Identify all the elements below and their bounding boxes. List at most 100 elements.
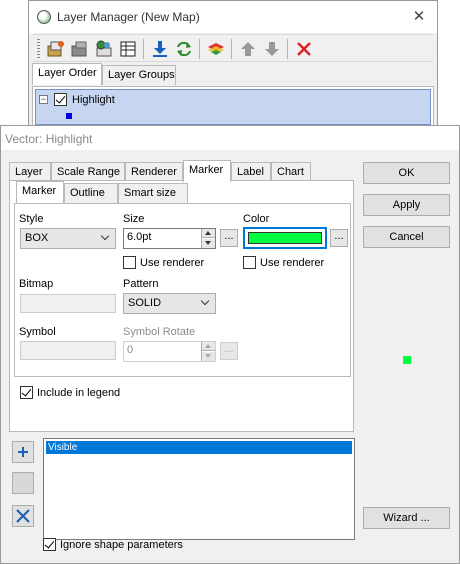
layer-visible-checkbox[interactable] — [54, 93, 67, 106]
include-in-legend-checkbox[interactable] — [20, 386, 33, 399]
ignore-shape-checkbox[interactable] — [43, 538, 56, 551]
color-picker-button[interactable] — [243, 227, 327, 249]
color-use-renderer-checkbox[interactable] — [243, 256, 256, 269]
refresh-icon[interactable] — [173, 38, 195, 60]
color-more-button[interactable]: ... — [330, 229, 348, 247]
delete-cross-icon — [16, 509, 30, 523]
size-decrement-button[interactable] — [202, 239, 215, 248]
tab-layer-order[interactable]: Layer Order — [32, 63, 102, 85]
attribute-table-icon[interactable] — [117, 38, 139, 60]
pattern-select[interactable]: SOLID — [123, 293, 216, 314]
color-label: Color — [243, 213, 270, 225]
toolbar-separator — [143, 39, 144, 59]
close-button[interactable]: ✕ — [409, 7, 429, 27]
bitmap-label: Bitmap — [19, 278, 54, 290]
delete-item-button[interactable] — [12, 505, 34, 527]
layer-symbol-icon — [66, 113, 72, 119]
chevron-down-icon — [201, 298, 210, 307]
layer-list: − Highlight — [32, 86, 434, 126]
pattern-value: SOLID — [128, 297, 162, 309]
symbol-rotate-more-button: ... — [220, 342, 238, 360]
color-swatch — [248, 232, 322, 244]
style-select[interactable]: BOX — [20, 228, 116, 249]
app-icon — [37, 10, 51, 24]
move-up-icon[interactable] — [237, 38, 259, 60]
group-layer-icon[interactable] — [205, 38, 227, 60]
tab-scale-range[interactable]: Scale Range — [51, 162, 125, 182]
layer-manager-titlebar[interactable]: Layer Manager (New Map) ✕ — [29, 1, 437, 33]
tab-renderer[interactable]: Renderer — [125, 162, 183, 182]
style-value: BOX — [25, 232, 49, 244]
arrow-up-icon — [205, 231, 211, 235]
move-down-icon[interactable] — [261, 38, 283, 60]
subtab-outline[interactable]: Outline — [64, 183, 118, 203]
size-use-renderer-checkbox[interactable] — [123, 256, 136, 269]
tab-marker[interactable]: Marker — [183, 160, 231, 182]
symbol-rotate-decrement-button — [202, 352, 215, 361]
layer-properties-icon[interactable] — [69, 38, 91, 60]
apply-button[interactable]: Apply — [363, 194, 450, 216]
vector-properties-dialog: Vector: Highlight Layer Scale Range Rend… — [0, 125, 460, 564]
layer-name: Highlight — [72, 94, 115, 106]
tab-chart[interactable]: Chart — [271, 162, 311, 182]
marker-preview — [403, 356, 411, 364]
toolbar-separator — [199, 39, 200, 59]
size-value: 6.0pt — [127, 231, 152, 243]
layer-toolbar — [33, 34, 433, 62]
add-layer-icon[interactable] — [45, 38, 67, 60]
size-spin-buttons — [201, 229, 215, 248]
marker-subtabs: Marker Outline Smart size — [16, 181, 316, 203]
bitmap-field — [20, 294, 116, 313]
size-increment-button[interactable] — [202, 229, 215, 238]
symbol-rotate-spinbox: 0 — [123, 341, 216, 362]
size-more-button[interactable]: ... — [220, 229, 238, 247]
dialog-title: Vector: Highlight — [5, 132, 93, 146]
symbol-label: Symbol — [19, 326, 56, 338]
ignore-shape-label: Ignore shape parameters — [60, 539, 183, 551]
subtab-smart-size[interactable]: Smart size — [118, 183, 188, 203]
chevron-down-icon — [101, 233, 110, 242]
arrow-down-icon — [205, 241, 211, 245]
window-title: Layer Manager (New Map) — [57, 10, 200, 24]
size-spinbox[interactable]: 6.0pt — [123, 228, 216, 249]
size-use-renderer-label: Use renderer — [140, 257, 205, 269]
ok-button[interactable]: OK — [363, 162, 450, 184]
layer-manager-tabs: Layer Order Layer Groups — [32, 63, 432, 87]
wizard-button[interactable]: Wizard ... — [363, 507, 450, 529]
edit-item-button[interactable] — [12, 472, 34, 494]
property-tabs: Layer Scale Range Renderer Marker Label … — [9, 160, 354, 182]
tab-layer[interactable]: Layer — [9, 162, 51, 182]
tab-label[interactable]: Label — [231, 162, 271, 182]
plus-icon — [18, 447, 28, 457]
subtab-marker[interactable]: Marker — [16, 181, 64, 203]
layer-style-icon[interactable] — [93, 38, 115, 60]
symbol-rotate-label: Symbol Rotate — [123, 326, 196, 338]
include-in-legend-label: Include in legend — [37, 387, 121, 399]
remove-layer-icon[interactable] — [293, 38, 315, 60]
symbol-field — [20, 341, 116, 360]
cancel-button[interactable]: Cancel — [363, 226, 450, 248]
symbol-rotate-value: 0 — [127, 344, 134, 356]
toolbar-separator — [287, 39, 288, 59]
toolbar-grip[interactable] — [37, 39, 40, 59]
pattern-label: Pattern — [123, 278, 159, 290]
add-item-button[interactable] — [12, 441, 34, 463]
layer-manager-window: Layer Manager (New Map) ✕ Layer Order La… — [28, 0, 438, 130]
style-label: Style — [19, 213, 44, 225]
tab-layer-groups[interactable]: Layer Groups — [102, 65, 176, 85]
collapse-toggle-icon[interactable]: − — [39, 95, 48, 104]
arrow-down-icon — [205, 354, 211, 358]
size-label: Size — [123, 213, 145, 225]
symbol-rotate-spin-buttons — [201, 342, 215, 361]
import-layer-icon[interactable] — [149, 38, 171, 60]
list-item[interactable]: Visible — [46, 441, 352, 454]
dialog-titlebar[interactable]: Vector: Highlight — [1, 126, 459, 150]
layer-row[interactable]: − Highlight — [35, 89, 431, 125]
color-use-renderer-label: Use renderer — [260, 257, 325, 269]
arrow-up-icon — [205, 344, 211, 348]
marker-list[interactable]: Visible — [43, 438, 355, 540]
symbol-rotate-increment-button — [202, 342, 215, 351]
marker-settings-panel: Style BOX Size 6.0pt ... Use renderer Co… — [14, 203, 351, 377]
marker-tab-panel: Marker Outline Smart size Style BOX Size… — [9, 180, 354, 432]
toolbar-separator — [231, 39, 232, 59]
